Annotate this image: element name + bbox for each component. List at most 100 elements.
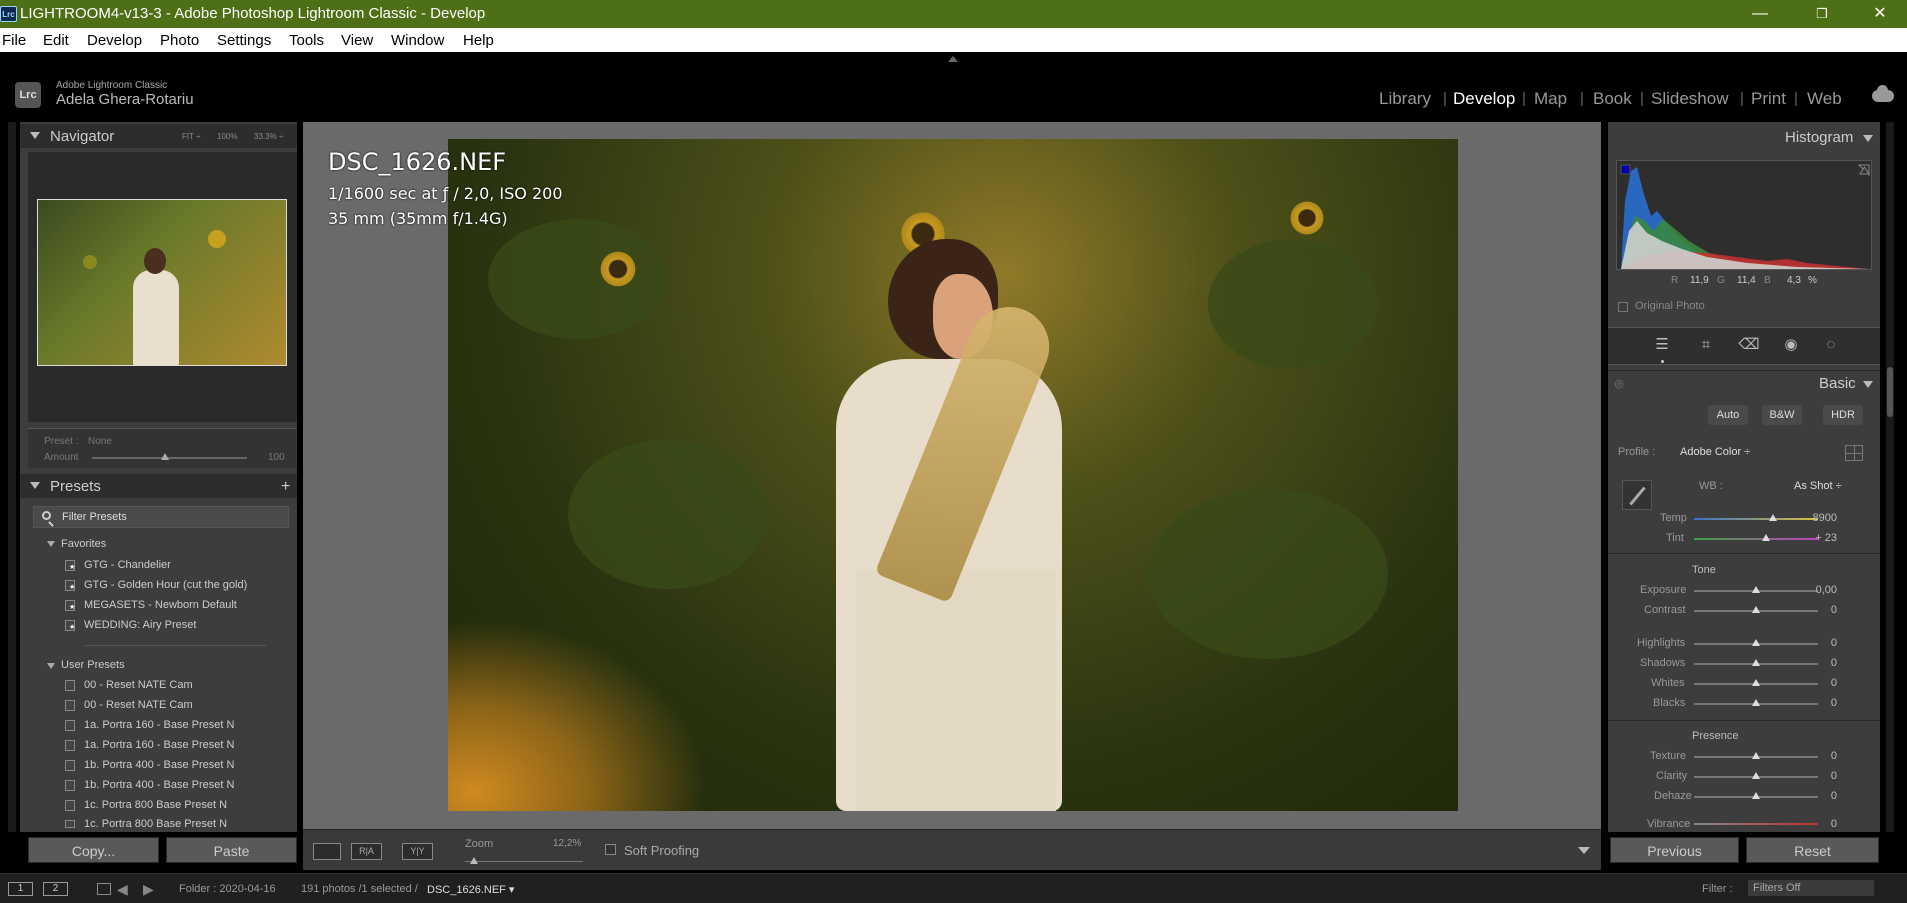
collapse-triangle-icon[interactable] (1863, 381, 1873, 388)
toolbar-menu-chevron-icon[interactable] (1578, 847, 1590, 854)
blacks-slider-thumb[interactable] (1752, 699, 1760, 706)
collapse-triangle-icon[interactable] (1863, 135, 1873, 142)
red-eye-icon[interactable]: ◉ (1780, 335, 1802, 355)
original-photo-checkbox[interactable] (1618, 302, 1628, 312)
tab-book[interactable]: Book (1593, 89, 1632, 109)
contrast-value[interactable]: 0 (1797, 604, 1837, 616)
tab-develop[interactable]: Develop (1453, 89, 1515, 109)
texture-value[interactable]: 0 (1797, 750, 1837, 762)
filter-dropdown[interactable]: Filters Off (1748, 880, 1874, 896)
whites-slider-thumb[interactable] (1752, 679, 1760, 686)
basic-title[interactable]: Basic (1819, 375, 1856, 392)
menu-photo[interactable]: Photo (160, 32, 199, 49)
amount-slider-thumb[interactable] (160, 453, 169, 460)
temp-value[interactable]: 8900 (1797, 512, 1837, 524)
healing-eraser-icon[interactable]: ⌫ (1738, 335, 1760, 355)
edit-sliders-icon[interactable]: ☰ (1651, 335, 1673, 355)
texture-slider-thumb[interactable] (1752, 752, 1760, 759)
navigator-thumbnail[interactable] (37, 199, 287, 366)
blacks-value[interactable]: 0 (1797, 697, 1837, 709)
tab-map[interactable]: Map (1534, 89, 1567, 109)
copy-settings-button[interactable]: Copy... (28, 837, 159, 863)
menu-view[interactable]: View (341, 32, 373, 49)
histogram-graph[interactable] (1616, 160, 1872, 270)
menu-help[interactable]: Help (463, 32, 494, 49)
tab-slideshow[interactable]: Slideshow (1651, 89, 1729, 109)
menu-window[interactable]: Window (391, 32, 444, 49)
preset-item[interactable]: 1c. Portra 800 Base Preset N (84, 799, 227, 811)
preset-item[interactable]: 00 - Reset NATE Cam (84, 699, 193, 711)
temp-slider-thumb[interactable] (1769, 514, 1777, 521)
photo-preview[interactable] (448, 139, 1458, 811)
loupe-view-icon[interactable] (313, 843, 341, 860)
left-panel-collapse-edge[interactable] (8, 122, 16, 832)
preset-item[interactable]: 1c. Portra 800 Base Preset N (84, 818, 227, 829)
wb-dropdown[interactable]: As Shot ÷ (1794, 480, 1842, 492)
cloud-sync-icon[interactable] (1872, 85, 1894, 102)
reset-button[interactable]: Reset (1746, 837, 1879, 863)
menu-edit[interactable]: Edit (43, 32, 69, 49)
preset-item[interactable]: 1b. Portra 400 - Base Preset N (84, 759, 234, 771)
back-arrow-icon[interactable]: ◀ (117, 881, 128, 898)
user-presets-expand-icon[interactable] (47, 663, 55, 669)
tab-print[interactable]: Print (1751, 89, 1786, 109)
main-window-button[interactable]: 1 (8, 882, 33, 896)
hdr-button[interactable]: HDR (1823, 405, 1863, 425)
tab-web[interactable]: Web (1807, 89, 1842, 109)
menu-tools[interactable]: Tools (289, 32, 324, 49)
add-preset-icon[interactable]: + (281, 478, 290, 496)
preset-item[interactable]: 1b. Portra 400 - Base Preset N (84, 779, 234, 791)
soft-proofing-checkbox[interactable] (605, 844, 616, 855)
zoom-fit-option[interactable]: FIT ÷ (182, 132, 200, 141)
zoom-slider-thumb[interactable] (470, 857, 478, 864)
vibrance-value[interactable]: 0 (1797, 818, 1837, 828)
tab-library[interactable]: Library (1379, 89, 1431, 109)
zoom-slider-track[interactable] (465, 861, 583, 862)
filter-presets-input[interactable]: Filter Presets (33, 506, 289, 528)
before-after-top-bottom-icon[interactable]: Y|Y (402, 843, 433, 860)
close-button[interactable]: ✕ (1865, 2, 1895, 26)
minimize-button[interactable]: — (1745, 2, 1775, 26)
collapse-top-panel-icon[interactable] (948, 56, 958, 62)
menu-develop[interactable]: Develop (87, 32, 142, 49)
paste-settings-button[interactable]: Paste (166, 837, 297, 863)
masking-icon[interactable]: ◌ (1820, 335, 1842, 355)
auto-button[interactable]: Auto (1708, 405, 1748, 425)
forward-arrow-icon[interactable]: ▶ (143, 881, 154, 898)
scrollbar-thumb[interactable] (1887, 367, 1893, 417)
tint-slider-thumb[interactable] (1762, 534, 1770, 541)
current-file-dropdown[interactable]: DSC_1626.NEF ▾ (427, 883, 514, 896)
preset-item[interactable]: 1a. Portra 160 - Base Preset N (84, 739, 234, 751)
secondary-window-button[interactable]: 2 (43, 882, 68, 896)
folder-path[interactable]: Folder : 2020-04-16 (179, 883, 276, 895)
whites-value[interactable]: 0 (1797, 677, 1837, 689)
menu-file[interactable]: File (2, 32, 26, 49)
navigator-header[interactable]: Navigator FIT ÷ 100% 33.3% ÷ (20, 124, 297, 148)
panel-visibility-eye-icon[interactable]: ◎ (1608, 374, 1630, 394)
profile-dropdown[interactable]: Adobe Color ÷ (1680, 446, 1750, 458)
histogram-title[interactable]: Histogram (1785, 129, 1853, 146)
exposure-slider-thumb[interactable] (1752, 586, 1760, 593)
zoom-100-option[interactable]: 100% (217, 132, 237, 141)
grid-view-icon[interactable] (97, 883, 111, 895)
dehaze-slider-thumb[interactable] (1752, 792, 1760, 799)
previous-button[interactable]: Previous (1610, 837, 1739, 863)
shadows-value[interactable]: 0 (1797, 657, 1837, 669)
wb-eyedropper-icon[interactable] (1622, 480, 1652, 510)
dehaze-value[interactable]: 0 (1797, 790, 1837, 802)
contrast-slider-thumb[interactable] (1752, 606, 1760, 613)
preset-item[interactable]: GTG - Golden Hour (cut the gold) (84, 579, 247, 591)
clarity-slider-thumb[interactable] (1752, 772, 1760, 779)
user-presets-group-label[interactable]: User Presets (61, 659, 125, 671)
favorites-expand-icon[interactable] (47, 541, 55, 547)
exposure-value[interactable]: 0,00 (1797, 584, 1837, 596)
profile-browser-grid-icon[interactable] (1845, 445, 1863, 461)
preset-item[interactable]: GTG - Chandelier (84, 559, 171, 571)
preset-item[interactable]: MEGASETS - Newborn Default (84, 599, 237, 611)
clarity-value[interactable]: 0 (1797, 770, 1837, 782)
highlights-value[interactable]: 0 (1797, 637, 1837, 649)
highlights-slider-thumb[interactable] (1752, 639, 1760, 646)
right-panel-scrollbar[interactable] (1886, 122, 1894, 832)
zoom-33-option[interactable]: 33.3% ÷ (254, 132, 283, 141)
maximize-button[interactable]: ❐ (1807, 2, 1837, 26)
